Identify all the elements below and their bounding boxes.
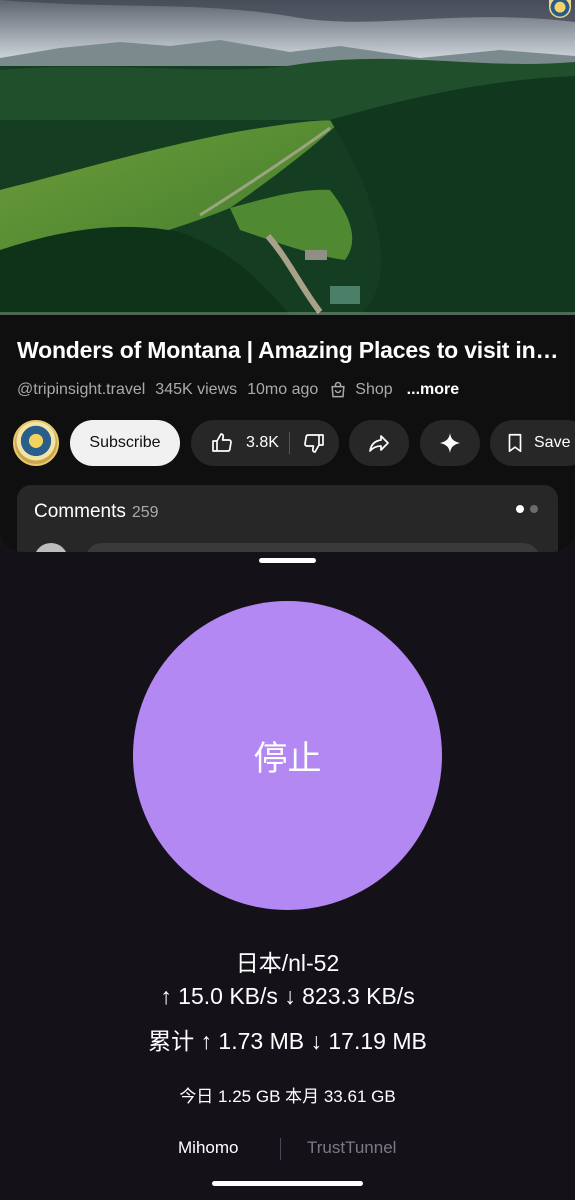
- vpn-app-pane: 停止 日本/nl-52 ↑ 15.0 KB/s ↓ 823.3 KB/s 累计 …: [0, 566, 575, 1200]
- youtube-pane: Wonders of Montana | Amazing Places to v…: [0, 0, 575, 552]
- share-button[interactable]: [349, 420, 409, 466]
- channel-avatar[interactable]: [13, 420, 59, 466]
- bookmark-icon: [508, 433, 522, 453]
- video-title[interactable]: Wonders of Montana | Amazing Places to v…: [17, 337, 562, 364]
- commenter-avatar: [34, 543, 68, 552]
- proxy-node-name: 日本/nl-52: [235, 950, 340, 976]
- video-frame-landscape: [0, 0, 575, 315]
- current-speed: ↑ 15.0 KB/s ↓ 823.3 KB/s: [160, 983, 415, 1009]
- thumbs-down-icon[interactable]: [302, 431, 326, 455]
- shopping-bag-icon[interactable]: [328, 380, 348, 400]
- save-button[interactable]: Save: [490, 420, 575, 466]
- save-label: Save: [534, 434, 571, 451]
- video-player[interactable]: [0, 0, 575, 315]
- view-count: 345K views: [155, 381, 238, 398]
- video-progress-bar[interactable]: [0, 312, 575, 315]
- share-icon: [369, 435, 389, 452]
- video-metadata: @tripinsight.travel 345K views 10mo ago …: [17, 379, 459, 401]
- tab-mihomo[interactable]: Mihomo: [178, 1138, 238, 1158]
- comments-count: 259: [131, 504, 159, 521]
- stop-connection-button[interactable]: 停止: [133, 601, 442, 910]
- comments-label: Comments: [34, 501, 126, 522]
- comments-teaser[interactable]: Comments 259: [17, 485, 558, 552]
- channel-handle[interactable]: @tripinsight.travel: [17, 381, 145, 399]
- daily-monthly-usage: 今日 1.25 GB 本月 33.61 GB: [179, 1087, 396, 1106]
- comments-pager-dots: [516, 505, 538, 513]
- upload-age: 10mo ago: [247, 381, 319, 398]
- like-count: 3.8K: [246, 434, 279, 451]
- more-description-link[interactable]: ...more: [407, 381, 459, 399]
- shop-link[interactable]: Shop: [355, 381, 392, 399]
- home-indicator[interactable]: [212, 1181, 363, 1186]
- pager-dot-inactive: [530, 505, 538, 513]
- thumbs-up-icon[interactable]: [210, 431, 234, 455]
- tab-trusttunnel[interactable]: TrustTunnel: [307, 1138, 396, 1158]
- ask-ai-button[interactable]: [420, 420, 480, 466]
- sparkle-icon: [440, 433, 460, 453]
- core-tabs: Mihomo TrustTunnel: [0, 1138, 575, 1164]
- video-actions-row: Subscribe 3.8K Save: [0, 420, 575, 466]
- comment-preview[interactable]: [85, 543, 540, 552]
- like-divider: [288, 432, 290, 454]
- tab-separator: [280, 1138, 281, 1160]
- subscribe-button[interactable]: Subscribe: [70, 420, 180, 466]
- comments-header: Comments 259: [34, 501, 159, 523]
- split-screen-divider-handle[interactable]: [259, 558, 316, 563]
- like-dislike-button[interactable]: 3.8K: [191, 420, 339, 466]
- pager-dot-active: [516, 505, 524, 513]
- session-total-traffic: 累计 ↑ 1.73 MB ↓ 17.19 MB: [148, 1028, 427, 1054]
